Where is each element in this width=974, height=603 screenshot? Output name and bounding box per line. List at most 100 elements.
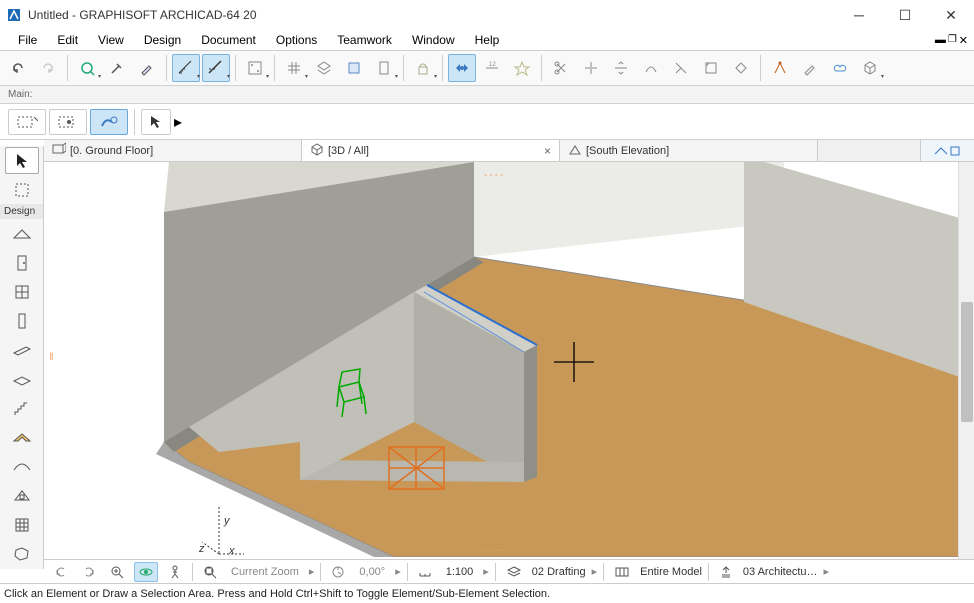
zoom-next-button[interactable] (78, 562, 100, 582)
page-button[interactable]: ▾ (370, 54, 398, 82)
model-view-value[interactable]: Entire Model (640, 566, 702, 578)
pick-button[interactable]: ▾ (73, 54, 101, 82)
tab-south-elevation[interactable]: [South Elevation] (560, 140, 818, 161)
walk-button[interactable] (164, 562, 186, 582)
marquee-mode-3[interactable] (90, 109, 128, 135)
snap-button[interactable]: ▾ (241, 54, 269, 82)
svg-text:12: 12 (489, 62, 496, 68)
stair-tool[interactable] (5, 395, 39, 422)
marquee-tool[interactable] (5, 176, 39, 203)
zoom-label[interactable]: Current Zoom (227, 566, 303, 578)
slab-tool[interactable] (5, 366, 39, 393)
menu-design[interactable]: Design (134, 30, 191, 50)
eyedropper-button[interactable] (103, 54, 131, 82)
drag-marker-bottom: ---- (484, 545, 505, 556)
undo-button[interactable] (4, 54, 32, 82)
menu-file[interactable]: File (8, 30, 47, 50)
morph-tool[interactable] (5, 541, 39, 568)
layer-combo-icon[interactable] (502, 562, 526, 582)
toolbox: Design (0, 146, 44, 569)
renovation-icon[interactable] (715, 562, 737, 582)
renovation-dropdown-icon[interactable]: ▸ (824, 565, 830, 578)
layers-button[interactable] (310, 54, 338, 82)
cut-button[interactable] (547, 54, 575, 82)
drag-marker-left: ‖ (46, 352, 57, 365)
scrollbar-vertical[interactable] (958, 162, 974, 562)
intersect-button[interactable] (667, 54, 695, 82)
ruler-button[interactable]: ▾ (172, 54, 200, 82)
close-panel-icon[interactable]: ✕ (959, 34, 968, 47)
model-view-icon[interactable] (610, 562, 634, 582)
edit-button[interactable] (796, 54, 824, 82)
elevation-icon (568, 142, 582, 159)
dimension-button[interactable]: 12 (478, 54, 506, 82)
close-button[interactable]: ✕ (928, 0, 974, 30)
layer-dropdown-icon[interactable]: ▸ (592, 565, 598, 578)
maximize-button[interactable]: ☐ (882, 0, 928, 30)
orbit-button[interactable] (134, 562, 158, 582)
menu-options[interactable]: Options (266, 30, 327, 50)
trim-button[interactable] (577, 54, 605, 82)
restore-panel-icon[interactable]: ❐ (948, 34, 957, 47)
scale-icon-button[interactable] (414, 562, 436, 582)
zoom-prev-button[interactable] (50, 562, 72, 582)
orientation-button[interactable] (327, 562, 349, 582)
minimize-panel-icon[interactable]: ▬ (935, 34, 946, 47)
fit-button[interactable] (199, 562, 221, 582)
layer-combo-value[interactable]: 02 Drafting (532, 566, 586, 578)
window-title: Untitled - GRAPHISOFT ARCHICAD-64 20 (28, 8, 836, 22)
trace-button[interactable] (340, 54, 368, 82)
arrow-tool[interactable] (5, 147, 39, 174)
tab-ground-floor[interactable]: [0. Ground Floor] (44, 140, 302, 161)
menu-help[interactable]: Help (465, 30, 510, 50)
viewport-3d[interactable]: y z x ---- ---- ‖ (44, 162, 974, 562)
suspend-button[interactable] (448, 54, 476, 82)
wall-tool[interactable] (5, 220, 39, 247)
sub-toolbar-label: Main: (8, 89, 32, 100)
curtain-wall-tool[interactable] (5, 512, 39, 539)
arrow-mode-dropdown[interactable]: ▸ (174, 112, 188, 132)
beam-tool[interactable] (5, 337, 39, 364)
menu-edit[interactable]: Edit (47, 30, 88, 50)
menu-view[interactable]: View (88, 30, 134, 50)
marquee-mode-2[interactable] (49, 109, 87, 135)
grid-button[interactable]: ▾ (280, 54, 308, 82)
tab-3d[interactable]: [3D / All] × (302, 140, 560, 161)
scale-dropdown-icon[interactable]: ▸ (483, 565, 489, 578)
fillet-button[interactable] (697, 54, 725, 82)
resize-button[interactable] (727, 54, 755, 82)
menu-document[interactable]: Document (191, 30, 266, 50)
secondary-toolbar: ▸ (0, 104, 974, 140)
zoom-button[interactable] (106, 562, 128, 582)
redo-button[interactable] (34, 54, 62, 82)
minimize-button[interactable]: ─ (836, 0, 882, 30)
tab-overflow[interactable] (920, 140, 974, 161)
menu-window[interactable]: Window (402, 30, 465, 50)
guideline-button[interactable]: ▾ (202, 54, 230, 82)
tab-label: [South Elevation] (586, 145, 669, 157)
arrow-mode[interactable] (141, 109, 171, 135)
renovation-value[interactable]: 03 Architectu… (743, 566, 818, 578)
cloud-button[interactable] (826, 54, 854, 82)
door-tool[interactable] (5, 249, 39, 276)
box-button[interactable]: ▾ (856, 54, 884, 82)
adjust-button[interactable] (637, 54, 665, 82)
shell-tool[interactable] (5, 453, 39, 480)
zoom-dropdown-icon[interactable]: ▸ (309, 565, 315, 578)
toolbox-section-label: Design (0, 204, 43, 219)
angle-value[interactable]: 0,00° (355, 566, 389, 578)
split-button[interactable] (607, 54, 635, 82)
inject-button[interactable] (133, 54, 161, 82)
lock-button[interactable]: ▾ (409, 54, 437, 82)
skylight-tool[interactable] (5, 483, 39, 510)
marquee-mode-1[interactable] (8, 109, 46, 135)
scale-value[interactable]: 1:100 (442, 566, 478, 578)
column-tool[interactable] (5, 308, 39, 335)
tab-close-icon[interactable]: × (544, 144, 551, 158)
menu-teamwork[interactable]: Teamwork (327, 30, 402, 50)
favorites-button[interactable] (508, 54, 536, 82)
morph-button[interactable] (766, 54, 794, 82)
window-tool[interactable] (5, 279, 39, 306)
roof-tool[interactable] (5, 424, 39, 451)
angle-dropdown-icon[interactable]: ▸ (395, 565, 401, 578)
